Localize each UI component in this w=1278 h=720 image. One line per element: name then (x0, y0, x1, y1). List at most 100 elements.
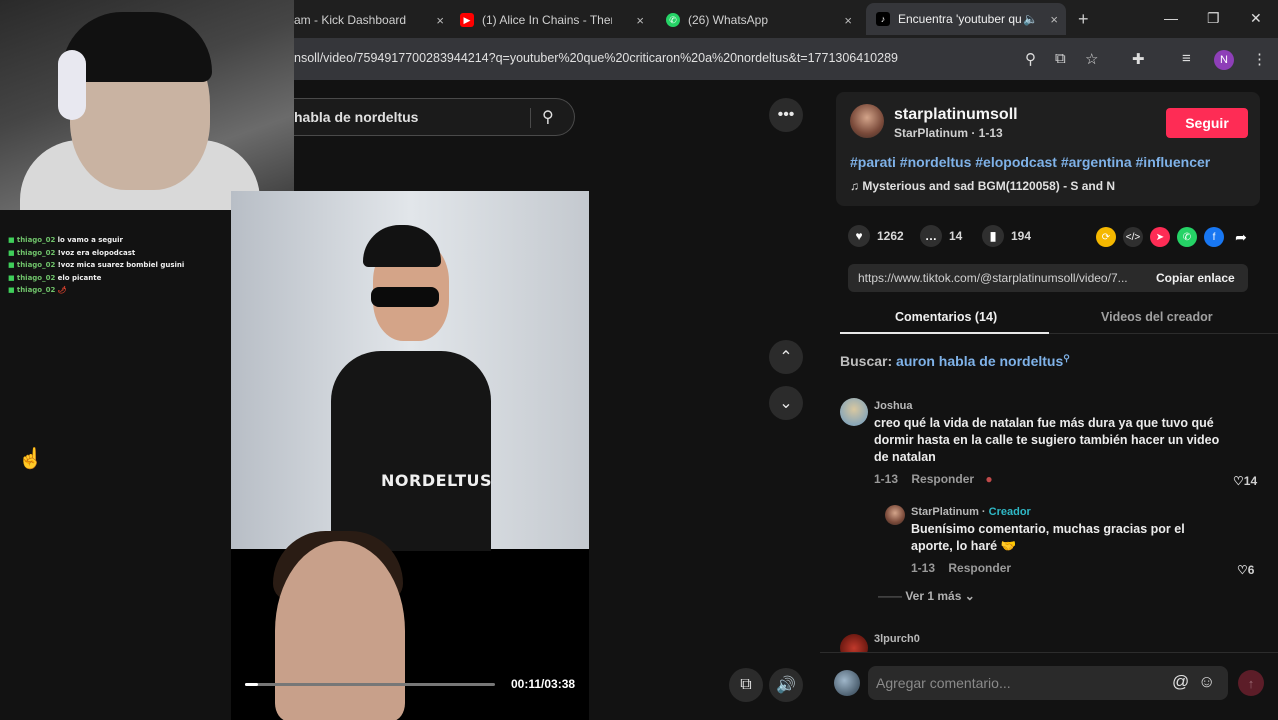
comment-count: 14 (949, 229, 963, 243)
media-controls-icon[interactable]: ≡ (1182, 50, 1191, 67)
tab-comments[interactable]: Comentarios (14) (895, 310, 997, 324)
headphones (58, 50, 86, 120)
new-tab-button[interactable]: + (1078, 9, 1089, 30)
save-stat[interactable]: ▮ 194 (982, 225, 1031, 247)
tab-kick-dashboard[interactable]: am - Kick Dashboard × (294, 6, 444, 34)
video-player[interactable]: NORDELTUS 00:11/03:38 (231, 191, 589, 720)
mention-icon[interactable]: @ (1172, 672, 1189, 692)
reply-button[interactable]: Responder (948, 561, 1011, 575)
tab-youtube[interactable]: ▶ (1) Alice In Chains - Them Bo × (460, 6, 644, 34)
volume-icon[interactable]: 🔊 (769, 668, 803, 702)
comment-placeholder: Agregar comentario... (876, 675, 1011, 691)
share-arrow-icon[interactable]: ➦ (1231, 227, 1251, 247)
chat-user: thiago_02 (16, 261, 56, 269)
music-line[interactable]: ♫ Mysterious and sad BGM(1120058) - S an… (850, 179, 1115, 193)
search-input[interactable]: habla de nordeltus (294, 109, 418, 125)
install-app-icon[interactable]: ⧉ (1055, 50, 1066, 67)
tab-label: (26) WhatsApp (688, 13, 769, 27)
send-comment-button[interactable]: ↑ (1238, 670, 1264, 696)
related-search-query[interactable]: auron habla de nordeltus (896, 353, 1063, 369)
extensions-icon[interactable]: ✚ (1132, 50, 1145, 68)
tab-close-icon[interactable]: × (436, 13, 444, 28)
more-options-icon[interactable]: ••• (769, 98, 803, 132)
tab-creator-videos[interactable]: Videos del creador (1101, 310, 1213, 324)
floating-player-icon[interactable]: ⧉ (729, 668, 763, 702)
repost-icon[interactable]: ⟳ (1096, 227, 1116, 247)
music-title: Mysterious and sad BGM(1120058) - S and … (862, 179, 1116, 193)
tiktok-search-box[interactable]: habla de nordeltus ⚲ (294, 98, 575, 136)
facebook-share-icon[interactable]: f (1204, 227, 1224, 247)
reply-avatar[interactable] (885, 505, 905, 525)
chat-message: ■ thiago_02 !voz mica suarez bombiel gus… (8, 259, 228, 272)
tab-whatsapp[interactable]: ✆ (26) WhatsApp × (666, 6, 852, 34)
chat-user: thiago_02 (16, 248, 56, 257)
tab-close-icon[interactable]: × (636, 13, 644, 28)
link-box: https://www.tiktok.com/@starplatinumsoll… (848, 264, 1248, 292)
chat-user: thiago_02 (16, 273, 56, 282)
copy-link-button[interactable]: Copiar enlace (1156, 271, 1235, 285)
like-stat[interactable]: ♥ 1262 (848, 225, 904, 247)
hashtags[interactable]: #parati #nordeltus #elopodcast #argentin… (850, 154, 1210, 170)
bookmark-icon: ▮ (982, 225, 1004, 247)
related-search[interactable]: Buscar: auron habla de nordeltus⚲ (840, 353, 1070, 369)
emoji-icon[interactable]: ☺ (1198, 672, 1215, 692)
bookmark-star-icon[interactable]: ☆ (1085, 50, 1098, 68)
commenter-name[interactable]: 3lpurch0 (874, 633, 920, 645)
follow-button[interactable]: Seguir (1166, 108, 1248, 138)
chat-badge-icon: ■ (8, 261, 17, 269)
speaker-icon[interactable]: 🔈 (1023, 12, 1038, 26)
previous-video-icon[interactable]: ⌃ (769, 340, 803, 374)
close-window-button[interactable]: ✕ (1250, 10, 1262, 27)
comment-text: creo qué la vida de natalan fue más dura… (874, 416, 1220, 464)
comment-meta: 1-13 Responder ● (874, 472, 993, 486)
commenter-avatar[interactable] (840, 398, 868, 426)
url-field[interactable]: nsoll/video/7594917700283944214?q=youtub… (294, 51, 898, 65)
comment-input[interactable]: Agregar comentario... @ ☺ (868, 666, 1228, 700)
author-avatar[interactable] (850, 104, 884, 138)
creator-badge: Creador (988, 506, 1031, 518)
comment-stat[interactable]: … 14 (920, 225, 962, 247)
my-avatar (834, 670, 860, 696)
reply-like-count: 6 (1247, 563, 1255, 577)
tab-tiktok-active[interactable]: ♪ Encuentra 'youtuber que 🔈 × (866, 3, 1066, 35)
send-to-friends-icon[interactable]: ➤ (1150, 227, 1170, 247)
reply-text: Buenísimo comentario, muchas gracias por… (911, 522, 1185, 553)
tab-close-icon[interactable]: × (844, 13, 852, 28)
view-more-replies[interactable]: —— Ver 1 más ⌄ (878, 589, 975, 603)
author-username[interactable]: starplatinumsoll (894, 106, 1018, 124)
restore-button[interactable]: ❐ (1207, 10, 1220, 27)
tab-close-icon[interactable]: × (1050, 12, 1058, 27)
chat-message: ■ thiago_02 🌶 (8, 284, 228, 297)
video-shirt (331, 351, 491, 551)
search-icon[interactable]: ⚲ (542, 107, 554, 127)
youtube-icon: ▶ (460, 13, 474, 27)
chat-text: lo vamo a seguir (57, 236, 123, 244)
browser-menu-icon[interactable]: ⋮ (1252, 50, 1267, 68)
chat-user: thiago_02 (16, 236, 56, 244)
embed-icon[interactable]: </> (1123, 227, 1143, 247)
minimize-button[interactable]: — (1164, 10, 1178, 26)
zoom-icon[interactable]: ⚲ (1025, 50, 1036, 68)
comments-tabs: Comentarios (14) Videos del creador (840, 306, 1278, 334)
reply-author[interactable]: StarPlatinum · Creador (911, 506, 1031, 518)
comment-like[interactable]: ♡14 (1233, 474, 1257, 488)
tab-label: am - Kick Dashboard (294, 13, 407, 27)
chevron-down-icon: ⌄ (964, 589, 975, 603)
tab-label: (1) Alice In Chains - Them Bo (482, 13, 612, 27)
whatsapp-share-icon[interactable]: ✆ (1177, 227, 1197, 247)
webcam-overlay (0, 0, 294, 210)
next-video-icon[interactable]: ⌄ (769, 386, 803, 420)
search-prefix: Buscar: (840, 353, 893, 369)
reply-like[interactable]: ♡6 (1237, 563, 1254, 577)
reply-button[interactable]: Responder (911, 472, 974, 486)
video-link[interactable]: https://www.tiktok.com/@starplatinumsoll… (858, 271, 1148, 285)
chat-text: elo picante (57, 273, 102, 282)
search-divider (530, 108, 531, 128)
like-count: 1262 (877, 229, 904, 243)
video-progress-bar[interactable] (245, 683, 495, 686)
commenter-name[interactable]: Joshua (874, 400, 913, 412)
profile-avatar[interactable]: N (1214, 50, 1234, 70)
shirt-logo-text: NORDELTUS (381, 471, 492, 490)
heart-outline-icon: ♡ (1237, 563, 1248, 577)
chat-badge-icon: ■ (8, 286, 17, 294)
